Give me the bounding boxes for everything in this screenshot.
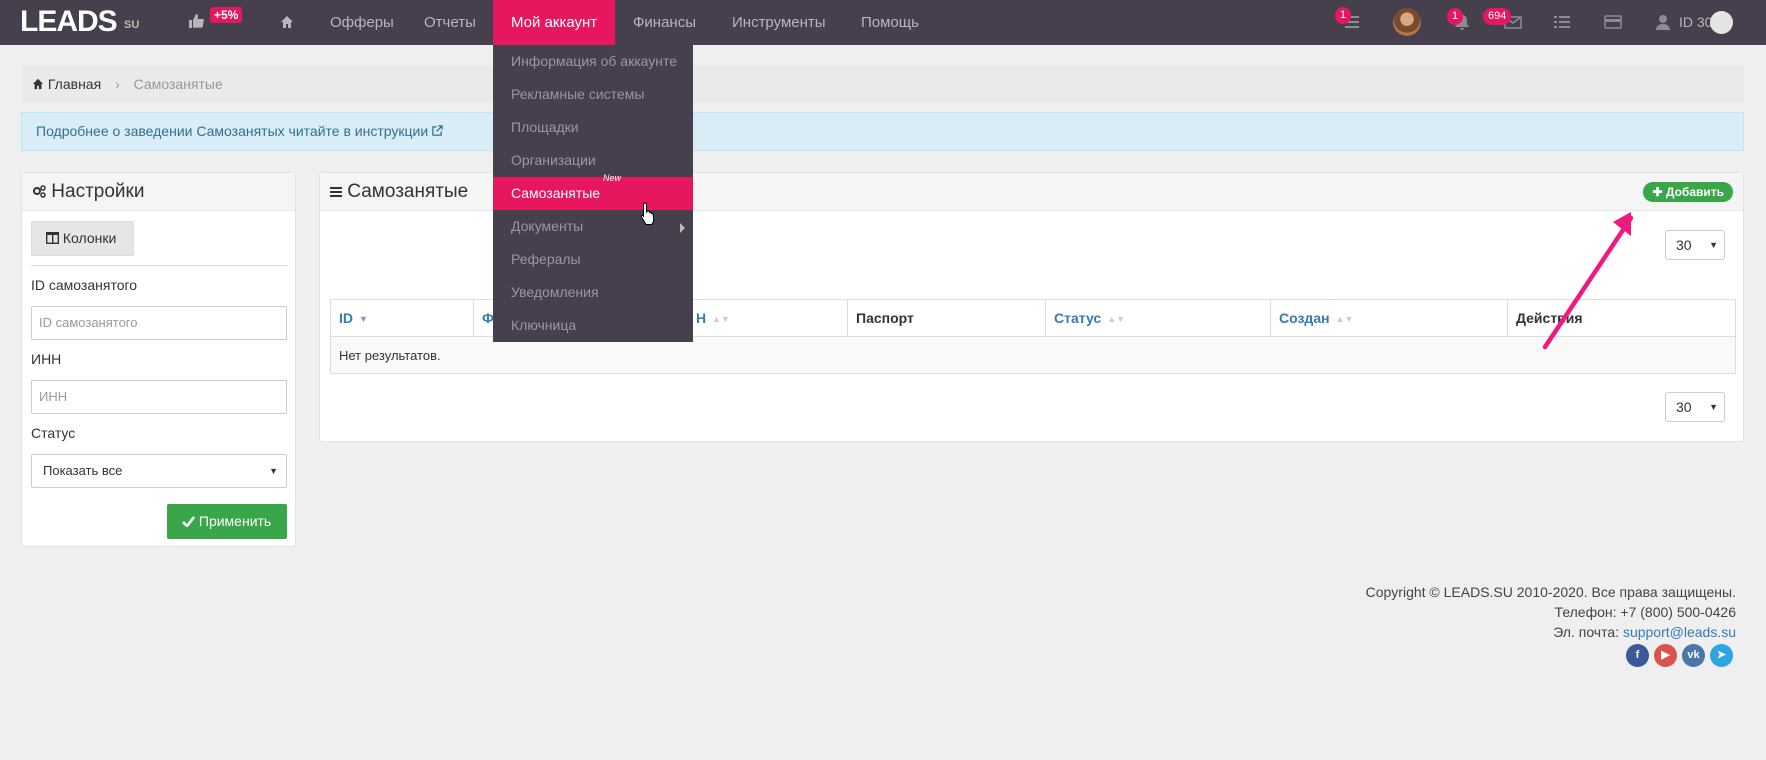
menu-item-notifications[interactable]: Уведомления: [493, 276, 693, 309]
nav-my-account[interactable]: Мой аккаунт: [493, 0, 616, 45]
footer: Copyright © LEADS.SU 2010-2020. Все прав…: [1366, 582, 1736, 642]
per-page-value: 30: [1676, 399, 1692, 415]
nav-offers[interactable]: Офферы: [330, 0, 394, 45]
per-page-select-bottom[interactable]: 30 ▼: [1665, 392, 1725, 422]
nav-finance[interactable]: Финансы: [633, 0, 696, 45]
sort-icon: ▲▼: [1107, 314, 1126, 325]
caret-down-icon: ▼: [1709, 402, 1718, 412]
self-employed-title: Самозанятые: [347, 181, 469, 202]
user-avatar[interactable]: [1710, 11, 1733, 34]
user-id-label[interactable]: ID 30: [1679, 0, 1712, 45]
id-label: ID самозанятого: [31, 277, 138, 293]
caret-down-icon: ▼: [1709, 240, 1718, 250]
vk-icon[interactable]: vk: [1682, 644, 1705, 667]
thumbs-up-icon[interactable]: [188, 13, 204, 29]
status-select[interactable]: Показать все ▼: [31, 454, 287, 488]
inn-label: ИНН: [31, 351, 62, 367]
account-dropdown-menu: Информация об аккаунте Рекламные системы…: [493, 45, 693, 342]
leads-logo[interactable]: LEADS SU: [20, 7, 139, 37]
col-id[interactable]: ID ▼: [330, 299, 474, 337]
apply-button-label: Применить: [198, 513, 272, 529]
add-button[interactable]: ✚ Добавить: [1643, 182, 1733, 202]
per-page-select-top[interactable]: 30 ▼: [1665, 230, 1725, 260]
menu-item-ad-systems[interactable]: Рекламные системы: [493, 78, 693, 111]
menu-item-documents[interactable]: Документы: [493, 210, 693, 243]
plus-icon: ✚: [1652, 185, 1663, 199]
columns-icon: [45, 231, 60, 245]
caret-right-icon: [680, 223, 685, 233]
menu-item-organizations[interactable]: Организации: [493, 144, 693, 177]
sort-desc-icon: ▼: [359, 314, 368, 325]
menu-item-account-info[interactable]: Информация об аккаунте: [493, 45, 693, 78]
facebook-icon[interactable]: f: [1626, 644, 1649, 667]
breadcrumb: Главная › Самозанятые: [21, 65, 1744, 103]
menu-item-label: Документы: [511, 218, 584, 234]
settings-title: Настройки: [51, 181, 145, 202]
check-icon: [182, 516, 196, 528]
apply-button[interactable]: Применить: [167, 504, 287, 539]
col-passport: Паспорт: [847, 299, 1046, 337]
menu-item-label: Самозанятые: [511, 185, 601, 201]
menu-item-keychain[interactable]: Ключница: [493, 309, 693, 342]
menu-item-platforms[interactable]: Площадки: [493, 111, 693, 144]
caret-down-icon: ▼: [269, 466, 278, 476]
status-select-value: Показать все: [43, 463, 123, 478]
telegram-icon[interactable]: ➤: [1710, 644, 1733, 667]
empty-results: Нет результатов.: [330, 336, 1736, 374]
info-alert: Подробнее о заведении Самозанятых читайт…: [21, 112, 1744, 151]
menu-item-self-employed[interactable]: Самозанятые New: [493, 173, 693, 210]
nav-tools[interactable]: Инструменты: [732, 0, 826, 45]
email-link[interactable]: support@leads.su: [1623, 624, 1736, 640]
hand-cursor-icon: [640, 202, 655, 225]
nav-help[interactable]: Помощь: [861, 0, 919, 45]
messages-badge: 694: [1483, 8, 1512, 25]
external-link-icon[interactable]: [432, 125, 443, 136]
new-label: New: [603, 173, 622, 183]
breadcrumb-home[interactable]: Главная: [48, 76, 101, 92]
gears-icon: [33, 185, 46, 198]
inn-input[interactable]: ИНН: [31, 380, 287, 414]
alert-text[interactable]: Подробнее о заведении Самозанятых читайт…: [36, 123, 428, 139]
phone: Телефон: +7 (800) 500-0426: [1554, 604, 1736, 620]
columns-button[interactable]: Колонки: [31, 221, 134, 256]
youtube-icon[interactable]: ▶: [1654, 644, 1677, 667]
user-icon[interactable]: [1654, 14, 1672, 30]
id-input[interactable]: ID самозанятого: [31, 306, 287, 340]
email-label: Эл. почта:: [1553, 624, 1620, 640]
bars-icon: [330, 187, 342, 197]
col-status[interactable]: Статус ▲▼: [1045, 299, 1271, 337]
table-row: Нет результатов.: [330, 336, 1736, 374]
divider: [31, 265, 287, 266]
add-button-label: Добавить: [1665, 185, 1724, 199]
settings-header: Настройки: [22, 173, 295, 211]
status-label: Статус: [31, 425, 76, 441]
annotation-arrow: [1542, 212, 1634, 350]
col-created[interactable]: Создан ▲▼: [1270, 299, 1508, 337]
sort-icon: ▲▼: [712, 314, 730, 325]
breadcrumb-current: Самозанятые: [133, 76, 223, 92]
tasks-badge: 1: [1335, 7, 1352, 24]
notifications-badge: 1: [1447, 8, 1464, 25]
sort-icon: ▲▼: [1335, 314, 1354, 325]
top-navbar: LEADS SU +5% Офферы Отчеты Мой аккаунт Фи…: [0, 0, 1766, 45]
settings-panel: Настройки Колонки ID самозанятого ID сам…: [21, 172, 296, 547]
partner-avatar[interactable]: [1393, 8, 1421, 36]
list-icon[interactable]: [1553, 14, 1571, 30]
breadcrumb-separator: ›: [115, 76, 120, 92]
columns-button-label: Колонки: [62, 230, 117, 246]
home-icon[interactable]: [280, 15, 294, 29]
copyright: Copyright © LEADS.SU 2010-2020. Все прав…: [1365, 584, 1736, 600]
menu-item-referrals[interactable]: Рефералы: [493, 243, 693, 276]
col-inn[interactable]: Н ▲▼: [687, 299, 848, 337]
per-page-value: 30: [1676, 237, 1692, 253]
home-icon: [32, 78, 44, 90]
credit-card-icon[interactable]: [1604, 14, 1622, 30]
nav-reports[interactable]: Отчеты: [424, 0, 476, 45]
likes-badge: +5%: [210, 7, 243, 23]
